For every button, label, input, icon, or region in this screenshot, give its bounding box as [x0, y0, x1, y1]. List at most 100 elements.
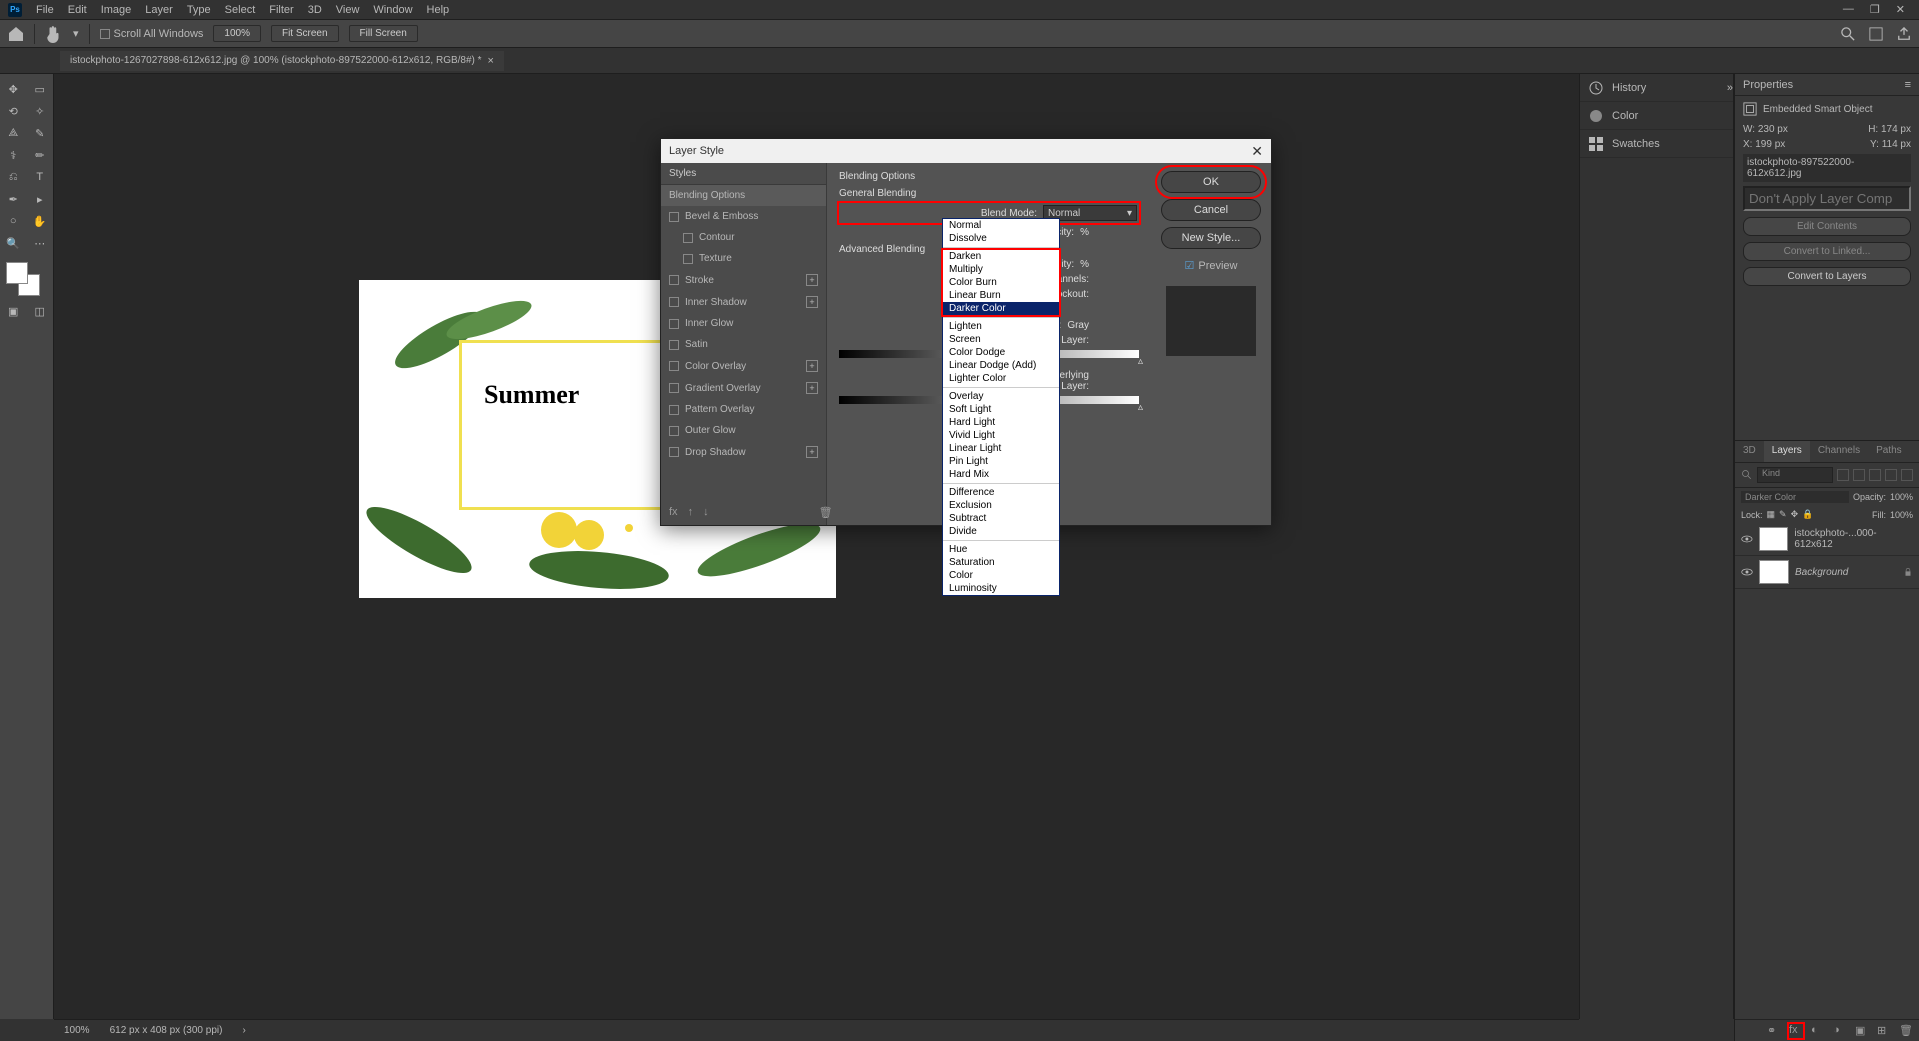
preview-check[interactable]: ☑Preview [1185, 259, 1238, 272]
cancel-button[interactable]: Cancel [1161, 199, 1261, 221]
panel-menu-icon[interactable]: ≡ [1905, 79, 1911, 91]
style-effect-item[interactable]: Bevel & Emboss [661, 206, 826, 227]
width-value[interactable]: 230 px [1758, 124, 1788, 135]
menu-file[interactable]: File [36, 4, 54, 16]
search-icon[interactable] [1741, 469, 1753, 481]
layer-row[interactable]: Background [1735, 556, 1919, 589]
edit-contents-button[interactable]: Edit Contents [1743, 217, 1911, 236]
filter-kind-select[interactable]: Kind [1757, 467, 1833, 483]
fill-screen-button[interactable]: Fill Screen [349, 25, 418, 42]
effect-checkbox[interactable] [669, 340, 679, 350]
color-swatches[interactable] [0, 260, 53, 300]
trash-icon[interactable]: 🗑 [819, 506, 833, 519]
document-tab[interactable]: istockphoto-1267027898-612x612.jpg @ 100… [60, 51, 504, 71]
add-effect-icon[interactable]: + [806, 446, 818, 458]
add-effect-icon[interactable]: + [806, 274, 818, 286]
style-effect-item[interactable]: Texture [661, 248, 826, 269]
blend-mode-option[interactable]: Overlay [943, 390, 1059, 403]
blend-mode-option[interactable]: Linear Light [943, 442, 1059, 455]
effect-checkbox[interactable] [669, 447, 679, 457]
filter-adjust-icon[interactable] [1853, 469, 1865, 481]
color-panel-tab[interactable]: Color [1580, 102, 1733, 130]
blend-mode-option[interactable]: Difference [943, 486, 1059, 499]
lock-pixels-icon[interactable]: ✎ [1779, 509, 1787, 520]
close-icon[interactable]: ✕ [1896, 3, 1905, 16]
layer-thumbnail[interactable] [1759, 527, 1789, 551]
blend-mode-option[interactable]: Multiply [943, 263, 1059, 276]
swatches-panel-tab[interactable]: Swatches [1580, 130, 1733, 158]
menu-type[interactable]: Type [187, 4, 211, 16]
blend-mode-option[interactable]: Linear Burn [943, 289, 1059, 302]
dialog-titlebar[interactable]: Layer Style ✕ [661, 139, 1271, 163]
path-select-tool[interactable]: ▸ [27, 188, 54, 210]
blend-mode-option[interactable]: Color Dodge [943, 346, 1059, 359]
move-tool[interactable]: ✥ [0, 78, 27, 100]
screen-mode[interactable]: ◫ [27, 300, 54, 322]
effect-checkbox[interactable] [669, 426, 679, 436]
layer-fill[interactable]: 100% [1890, 510, 1913, 520]
group-icon[interactable]: ▣ [1855, 1024, 1869, 1038]
blend-mode-option[interactable]: Hard Mix [943, 468, 1059, 481]
brush-tool[interactable]: ✏ [27, 144, 54, 166]
visibility-icon[interactable] [1741, 566, 1753, 578]
visibility-icon[interactable] [1741, 533, 1753, 545]
blend-mode-option[interactable]: Exclusion [943, 499, 1059, 512]
blend-mode-option[interactable]: Hue [943, 543, 1059, 556]
healing-tool[interactable]: ⚕ [0, 144, 27, 166]
effect-checkbox[interactable] [669, 212, 679, 222]
effect-checkbox[interactable] [683, 233, 693, 243]
magic-wand-tool[interactable]: ✧ [27, 100, 54, 122]
scroll-all-check[interactable]: Scroll All Windows [100, 28, 204, 40]
style-effect-item[interactable]: Outer Glow [661, 420, 826, 441]
layer-thumbnail[interactable] [1759, 560, 1789, 584]
style-effect-item[interactable]: Stroke+ [661, 269, 826, 291]
style-effect-item[interactable]: Color Overlay+ [661, 355, 826, 377]
y-value[interactable]: 114 px [1882, 139, 1911, 150]
blend-mode-option[interactable]: Color Burn [943, 276, 1059, 289]
x-value[interactable]: 199 px [1755, 139, 1785, 150]
adjustment-icon[interactable]: ◑ [1833, 1024, 1847, 1038]
effect-checkbox[interactable] [669, 361, 679, 371]
marquee-tool[interactable]: ▭ [27, 78, 54, 100]
filter-shape-icon[interactable] [1885, 469, 1897, 481]
fx-icon[interactable]: fx [669, 506, 678, 519]
frame-icon[interactable] [1869, 27, 1883, 41]
tab-channels[interactable]: Channels [1810, 441, 1868, 462]
tab-paths[interactable]: Paths [1868, 441, 1910, 462]
crop-tool[interactable]: ⟁ [0, 122, 27, 144]
blend-mode-option[interactable]: Subtract [943, 512, 1059, 525]
history-panel-tab[interactable]: History » [1580, 74, 1733, 102]
effect-checkbox[interactable] [683, 254, 693, 264]
ellipse-tool[interactable]: ○ [0, 210, 27, 232]
maximize-icon[interactable]: ❐ [1870, 3, 1880, 16]
filter-smart-icon[interactable] [1901, 469, 1913, 481]
blend-mode-option[interactable]: Normal [943, 219, 1059, 232]
style-effect-item[interactable]: Inner Shadow+ [661, 291, 826, 313]
blend-mode-option[interactable]: Vivid Light [943, 429, 1059, 442]
type-tool[interactable]: T [27, 166, 54, 188]
blend-mode-option[interactable]: Lighten [943, 320, 1059, 333]
blend-mode-option[interactable]: Pin Light [943, 455, 1059, 468]
add-effect-icon[interactable]: + [806, 296, 818, 308]
menu-window[interactable]: Window [373, 4, 412, 16]
home-icon[interactable] [8, 26, 24, 42]
menu-layer[interactable]: Layer [145, 4, 173, 16]
lock-all-icon[interactable]: 🔒 [1802, 509, 1813, 520]
lock-transparency-icon[interactable]: ▦ [1767, 509, 1776, 520]
fx-icon[interactable]: fx [1789, 1024, 1803, 1038]
tab-layers[interactable]: Layers [1764, 441, 1810, 462]
menu-view[interactable]: View [336, 4, 360, 16]
dialog-close-icon[interactable]: ✕ [1251, 143, 1263, 160]
add-effect-icon[interactable]: + [806, 382, 818, 394]
layer-comp-select[interactable] [1743, 186, 1911, 211]
hand-tool-icon[interactable] [45, 25, 63, 43]
tab-3d[interactable]: 3D [1735, 441, 1764, 462]
style-effect-item[interactable]: Gradient Overlay+ [661, 377, 826, 399]
filter-pixel-icon[interactable] [1837, 469, 1849, 481]
share-icon[interactable] [1897, 27, 1911, 41]
blending-options-item[interactable]: Blending Options [661, 185, 826, 206]
ok-button[interactable]: OK [1161, 171, 1261, 193]
layer-opacity[interactable]: 100% [1890, 492, 1913, 502]
style-effect-item[interactable]: Inner Glow [661, 313, 826, 334]
fx-up-icon[interactable]: ↑ [688, 506, 694, 519]
